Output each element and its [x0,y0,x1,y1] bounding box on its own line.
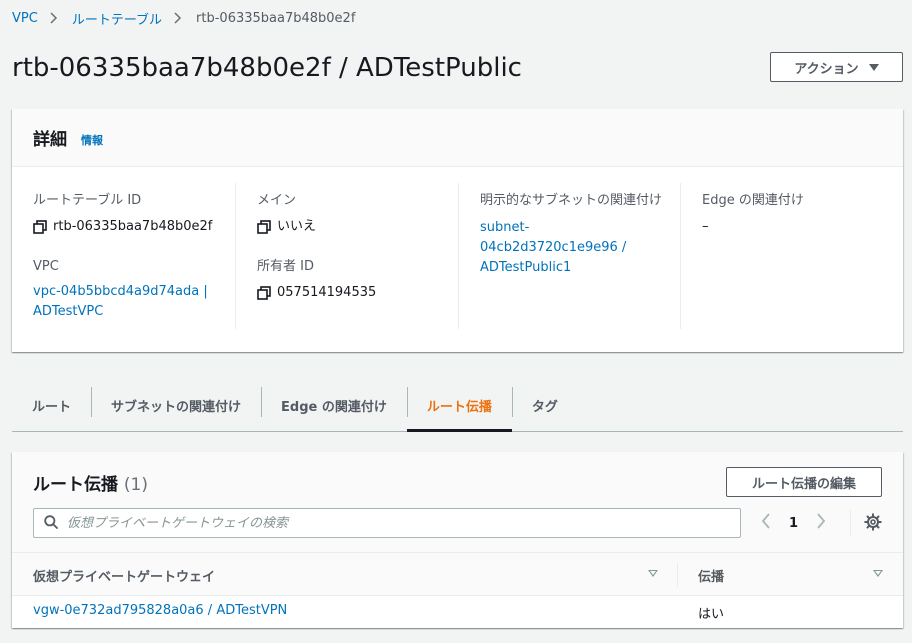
pagination-divider [850,510,851,536]
edge-association-field: Edge の関連付け – [702,192,891,237]
table-header: 仮想プライベートゲートウェイ 伝播 [12,552,903,596]
column-header-propagation[interactable]: 伝播 [698,566,724,585]
breadcrumb: VPC ルートテーブル rtb-06335baa7b48b0e2f [12,8,355,28]
route-table-id-value: rtb-06335baa7b48b0e2f [33,217,223,237]
vpc-label: VPC [33,259,59,274]
main-value: いいえ [257,217,446,237]
subnet-link[interactable]: subnet-04cb2d3720c1e9e96 / ADTestPublic1 [480,218,640,278]
edge-association-value: – [702,219,709,234]
info-link[interactable]: 情報 [81,132,103,148]
details-column-2: メイン いいえ 所有者 ID 057514194535 [235,183,458,329]
route-propagation-title-text: ルート伝播 [33,475,118,495]
chevron-right-icon [174,12,182,24]
details-header: 詳細 情報 [12,109,903,167]
owner-id-value: 057514194535 [257,283,446,303]
owner-id-field: 所有者 ID 057514194535 [257,258,446,303]
route-table-id-label: ルートテーブル ID [33,193,142,208]
column-header-gateway[interactable]: 仮想プライベートゲートウェイ [33,566,215,585]
copy-icon[interactable] [33,217,47,237]
chevron-right-icon[interactable] [816,513,826,533]
edge-association-label: Edge の関連付け [702,193,804,208]
breadcrumb-vpc[interactable]: VPC [12,11,38,26]
tab-subnet-associations[interactable]: サブネットの関連付け [91,380,261,431]
gear-icon[interactable] [864,513,882,535]
breadcrumb-current: rtb-06335baa7b48b0e2f [196,10,356,26]
pagination: 1 [761,511,826,535]
details-columns: ルートテーブル ID rtb-06335baa7b48b0e2f VPC vpc… [12,183,903,329]
actions-button[interactable]: アクション [770,52,903,82]
route-propagation-header: ルート伝播 (1) ルート伝播の編集 1 [12,452,903,552]
sort-icon[interactable] [648,570,658,577]
vpc-field: VPC vpc-04b5bbcd4a9d74ada | ADTestVPC [33,258,223,322]
explicit-subnet-label: 明示的なサブネットの関連付け [480,193,663,208]
chevron-right-icon [50,12,58,24]
search-box [33,508,741,538]
details-column-3: 明示的なサブネットの関連付け subnet-04cb2d3720c1e9e96 … [458,183,680,329]
route-table-id-field: ルートテーブル ID rtb-06335baa7b48b0e2f [33,192,223,237]
main-field: メイン いいえ [257,192,446,237]
search-icon [44,514,58,533]
tab-route-propagation[interactable]: ルート伝播 [406,380,512,432]
tab-tags[interactable]: タグ [511,380,578,431]
route-propagation-title: ルート伝播 (1) [33,470,148,495]
page-number[interactable]: 1 [789,516,798,531]
owner-id-text: 057514194535 [277,285,377,300]
vpc-link[interactable]: vpc-04b5bbcd4a9d74ada | ADTestVPC [33,282,211,322]
table-row: vgw-0e732ad795828a0a6 / ADTestVPN はい [12,596,903,628]
chevron-left-icon[interactable] [761,513,771,533]
caret-down-icon [868,63,879,71]
route-propagation-count: (1) [123,475,149,495]
main-label: メイン [257,193,297,208]
column-divider[interactable] [677,563,678,587]
route-table-id-text: rtb-06335baa7b48b0e2f [53,219,213,234]
details-column-1: ルートテーブル ID rtb-06335baa7b48b0e2f VPC vpc… [12,183,235,329]
propagation-value: はい [698,607,725,622]
tab-bar: ルート サブネットの関連付け Edge の関連付け ルート伝播 タグ [12,380,903,432]
details-column-4: Edge の関連付け – [680,183,903,329]
page-title: rtb-06335baa7b48b0e2f / ADTestPublic [12,53,522,83]
tab-routes[interactable]: ルート [12,380,91,431]
gateway-link[interactable]: vgw-0e732ad795828a0a6 / ADTestVPN [33,603,287,618]
edit-route-propagation-button[interactable]: ルート伝播の編集 [726,467,882,497]
breadcrumb-route-tables[interactable]: ルートテーブル [72,9,162,28]
details-panel: 詳細 情報 ルートテーブル ID rtb-06335baa7b48b0e2f V… [12,109,903,352]
search-input[interactable] [67,515,740,531]
main-text: いいえ [277,219,317,234]
details-title: 詳細 [33,130,67,150]
explicit-subnet-field: 明示的なサブネットの関連付け subnet-04cb2d3720c1e9e96 … [480,192,668,278]
route-propagation-panel: ルート伝播 (1) ルート伝播の編集 1 [12,452,903,628]
copy-icon[interactable] [257,217,271,237]
owner-id-label: 所有者 ID [257,259,314,274]
actions-button-label: アクション [794,61,859,77]
tab-edge-associations[interactable]: Edge の関連付け [261,380,407,431]
copy-icon[interactable] [257,283,271,303]
sort-icon[interactable] [873,570,883,577]
